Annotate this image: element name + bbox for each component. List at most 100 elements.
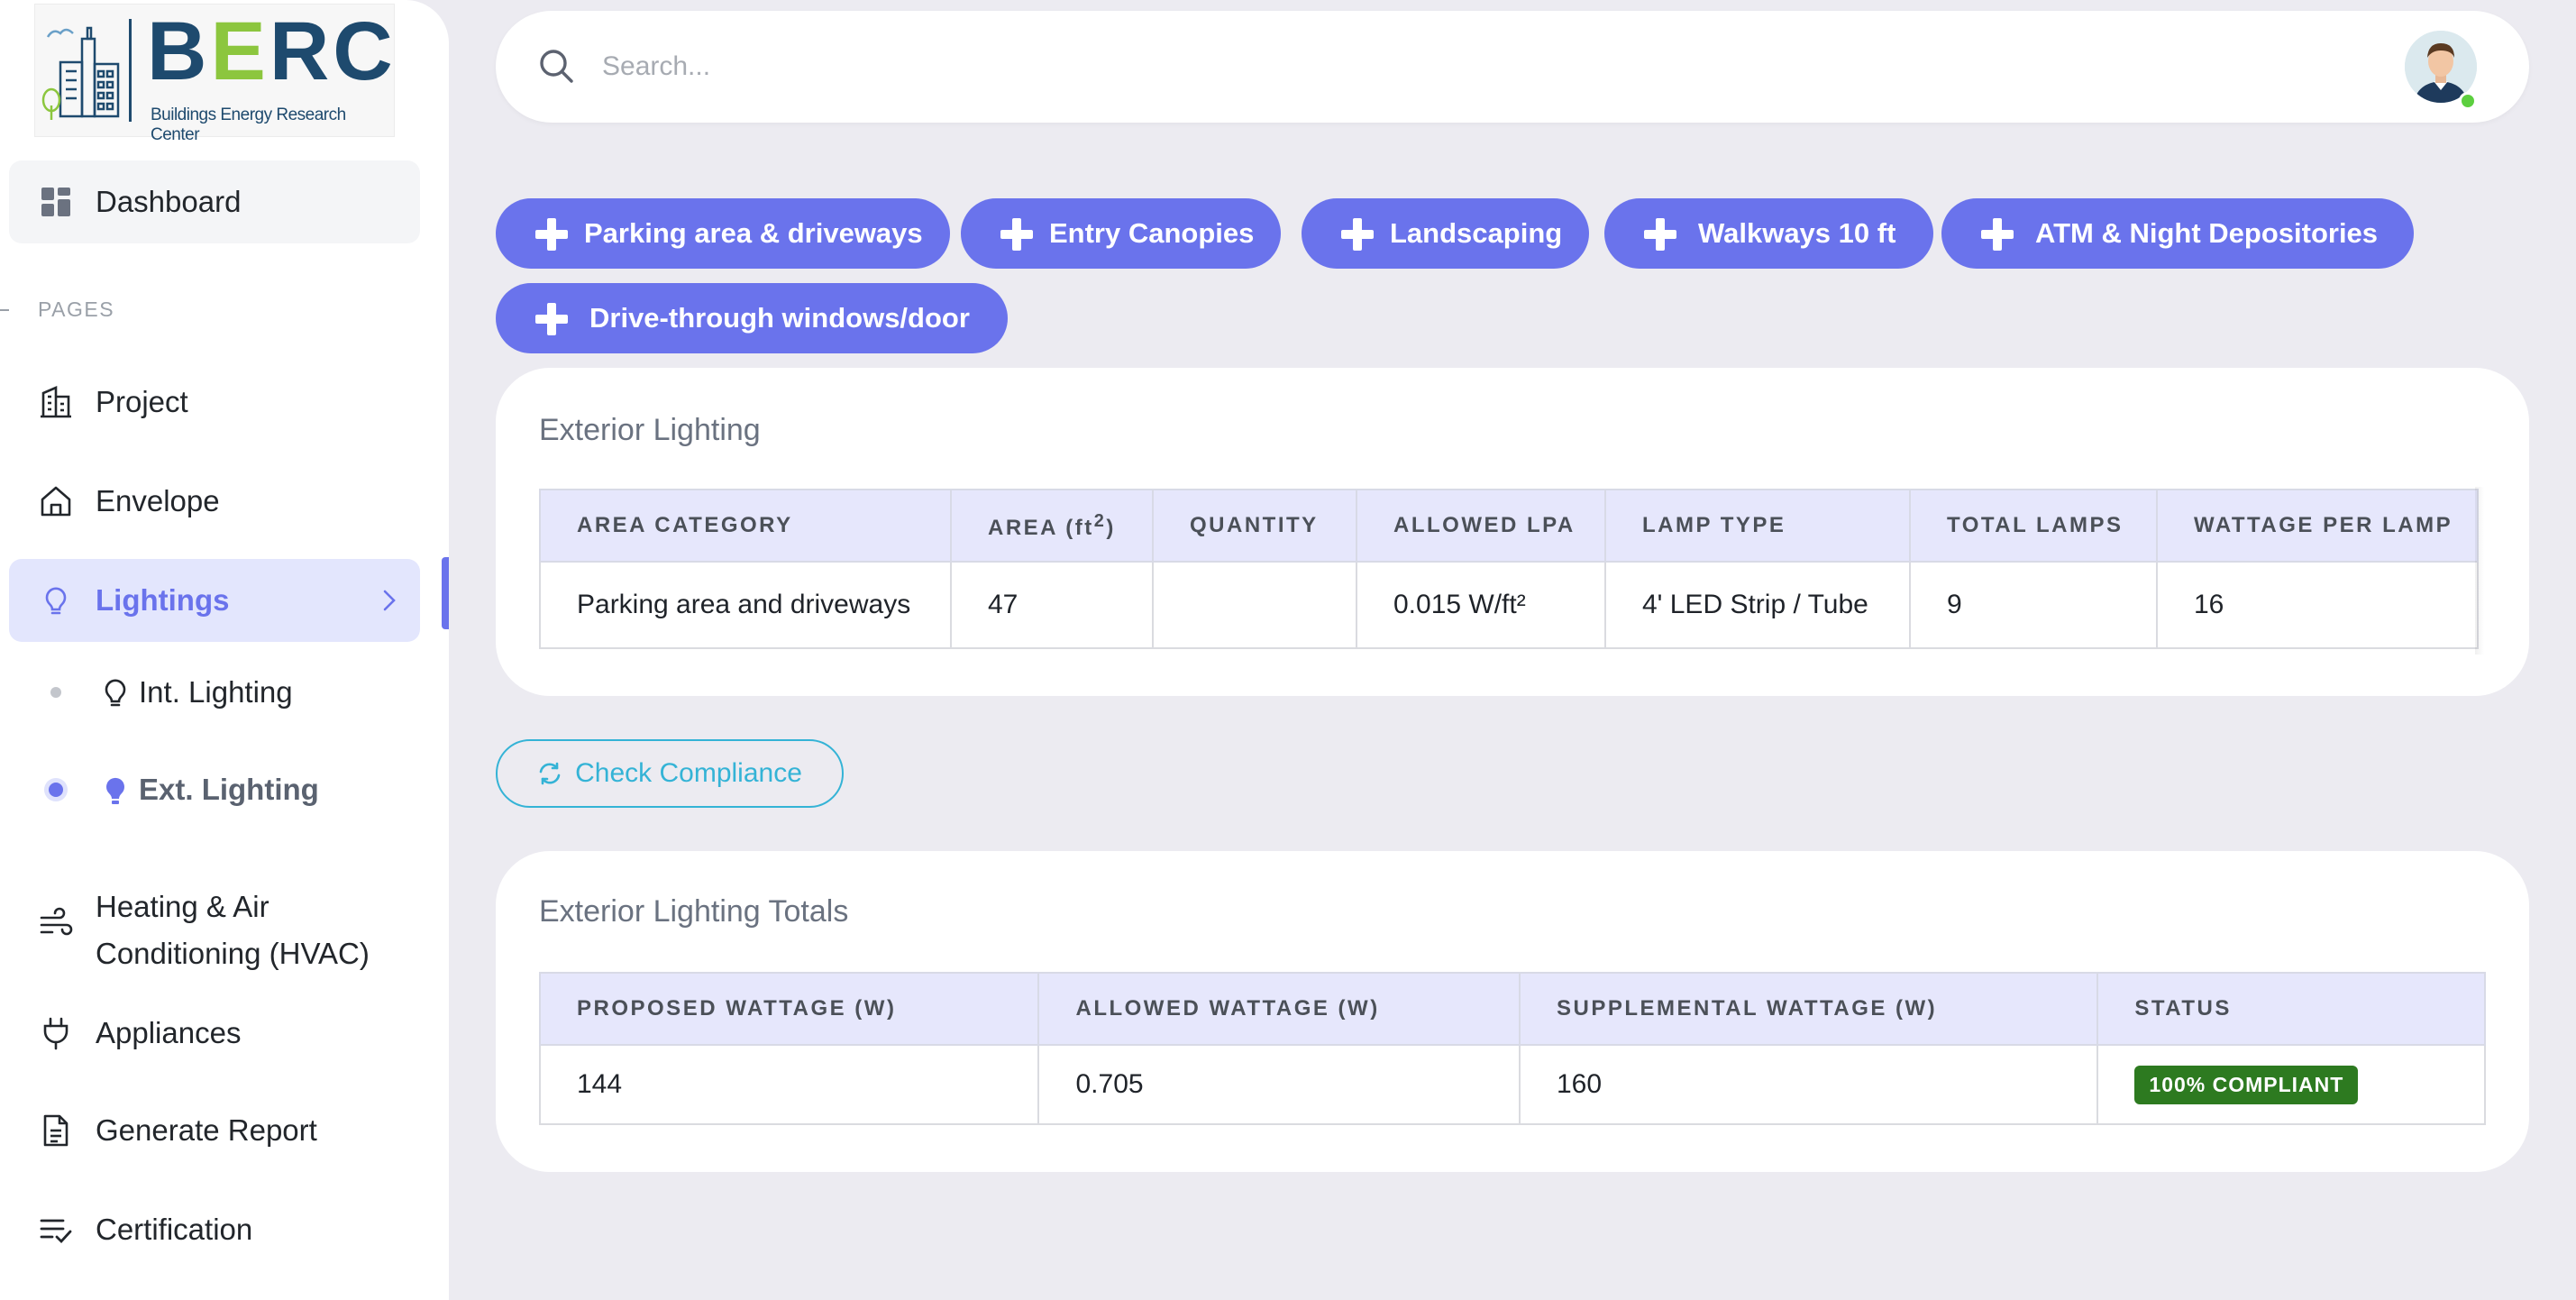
add-parking-area-button[interactable]: Parking area & driveways xyxy=(496,198,950,269)
top-search-bar xyxy=(496,11,2529,123)
table-cell xyxy=(1152,561,1357,649)
chip-label: Parking area & driveways xyxy=(584,217,923,249)
table-cell: 0.015 W/ft² xyxy=(1356,561,1606,649)
column-header: QUANTITY xyxy=(1152,489,1357,563)
online-status-dot xyxy=(2459,92,2477,110)
sidebar-item-envelope[interactable]: Envelope xyxy=(9,460,420,543)
sidebar-item-label: Envelope xyxy=(96,484,220,517)
logo-letter-e: E xyxy=(210,5,269,97)
column-header: SUPPLEMENTAL WATTAGE (W) xyxy=(1518,972,2099,1046)
bulb-outline-icon xyxy=(105,679,126,707)
add-walkways-button[interactable]: Walkways 10 ft xyxy=(1604,198,1934,269)
pages-heading: PAGES xyxy=(38,298,115,321)
column-header: TOTAL LAMPS xyxy=(1909,489,2158,563)
list-check-icon xyxy=(40,1219,72,1244)
chip-label: Walkways 10 ft xyxy=(1698,217,1896,249)
table-row: 144 0.705 160 100% COMPLIANT xyxy=(538,1044,2486,1125)
search-icon[interactable] xyxy=(537,47,575,85)
card-title: Exterior Lighting xyxy=(539,413,761,447)
table-cell: 4' LED Strip / Tube xyxy=(1604,561,1911,649)
sidebar-item-label: Certification xyxy=(96,1213,253,1246)
building-icon xyxy=(41,386,71,418)
exterior-lighting-table: AREA CATEGORY AREA (ft2) QUANTITY ALLOWE… xyxy=(539,489,2479,649)
column-header: AREA (ft2) xyxy=(950,489,1154,563)
chip-label: ATM & Night Depositories xyxy=(2035,217,2379,249)
sidebar-item-label: Heating & Air Conditioning (HVAC) xyxy=(96,890,370,970)
table-row: Parking area and driveways 47 0.015 W/ft… xyxy=(539,561,2479,649)
bulb-filled-icon xyxy=(106,777,124,804)
bullet-dot xyxy=(50,687,61,698)
add-drive-through-button[interactable]: Drive-through windows/door xyxy=(496,283,1008,353)
city-buildings-icon xyxy=(41,26,120,120)
sidebar-subitem-label: Ext. Lighting xyxy=(139,773,319,806)
sidebar-item-certification[interactable]: Certification xyxy=(9,1188,420,1271)
column-header: PROPOSED WATTAGE (W) xyxy=(538,972,1040,1046)
sidebar-item-project[interactable]: Project xyxy=(9,361,420,444)
plus-icon xyxy=(1981,218,2014,251)
plus-icon xyxy=(535,218,568,251)
pages-divider xyxy=(0,309,9,311)
column-header: WATTAGE PER LAMP xyxy=(2156,489,2479,563)
sidebar-subitem-ext-lighting[interactable]: Ext. Lighting xyxy=(9,748,420,831)
table-header-row: AREA CATEGORY AREA (ft2) QUANTITY ALLOWE… xyxy=(539,489,2479,563)
add-atm-night-depositories-button[interactable]: ATM & Night Depositories xyxy=(1941,198,2415,269)
chevron-right-icon xyxy=(383,590,396,611)
home-icon xyxy=(41,486,71,517)
check-compliance-label: Check Compliance xyxy=(575,758,802,788)
sidebar-item-generate-report[interactable]: Generate Report xyxy=(9,1089,420,1172)
column-header: LAMP TYPE xyxy=(1604,489,1911,563)
bulb-icon xyxy=(45,587,67,615)
sidebar: BERC Buildings Energy Research Center Da… xyxy=(0,0,449,1300)
column-header: AREA CATEGORY xyxy=(539,489,952,563)
add-landscaping-button[interactable]: Landscaping xyxy=(1302,198,1590,269)
search-input[interactable] xyxy=(602,38,2224,96)
plus-icon xyxy=(1341,218,1374,251)
check-compliance-button[interactable]: Check Compliance xyxy=(496,739,844,808)
table-scroll-edge xyxy=(2475,487,2484,655)
column-header: STATUS xyxy=(2096,972,2486,1046)
superscript: 2 xyxy=(1093,510,1107,531)
add-entry-canopies-button[interactable]: Entry Canopies xyxy=(961,198,1282,269)
card-title: Exterior Lighting Totals xyxy=(539,894,849,929)
exterior-lighting-totals-card: Exterior Lighting Totals PROPOSED WATTAG… xyxy=(496,851,2529,1172)
sidebar-item-label: Dashboard xyxy=(96,185,242,218)
table-cell: 16 xyxy=(2156,561,2479,649)
plus-icon xyxy=(1000,218,1033,251)
sidebar-item-dashboard[interactable]: Dashboard xyxy=(9,160,420,243)
exterior-lighting-totals-table: PROPOSED WATTAGE (W) ALLOWED WATTAGE (W)… xyxy=(538,972,2486,1125)
bullet-dot-active xyxy=(49,783,63,797)
logo-wordmark: BERC xyxy=(147,10,397,93)
plug-icon xyxy=(43,1017,69,1050)
table-cell: 47 xyxy=(950,561,1154,649)
sidebar-item-appliances[interactable]: Appliances xyxy=(9,992,420,1075)
plus-icon xyxy=(535,303,568,335)
logo-letter-b: B xyxy=(147,5,211,97)
table-header-row: PROPOSED WATTAGE (W) ALLOWED WATTAGE (W)… xyxy=(538,972,2486,1046)
exterior-lighting-card: Exterior Lighting AREA CATEGORY AREA (ft… xyxy=(496,368,2529,696)
sidebar-item-hvac[interactable]: Heating & Air Conditioning (HVAC) xyxy=(9,876,420,970)
status-badge: 100% COMPLIANT xyxy=(2134,1065,2359,1104)
sidebar-subitem-int-lighting[interactable]: Int. Lighting xyxy=(9,651,420,734)
sidebar-item-label: Lightings xyxy=(96,583,230,617)
document-icon xyxy=(43,1114,69,1147)
table-cell: 9 xyxy=(1909,561,2158,649)
table-cell: 144 xyxy=(538,1044,1040,1125)
sidebar-subitem-label: Int. Lighting xyxy=(139,675,293,709)
column-header: ALLOWED LPA xyxy=(1356,489,1606,563)
sidebar-item-lightings[interactable]: Lightings xyxy=(9,559,420,642)
logo-letter-rc: RC xyxy=(269,5,397,97)
table-cell: 0.705 xyxy=(1037,1044,1521,1125)
chip-label: Drive-through windows/door xyxy=(589,302,970,334)
column-header: ALLOWED WATTAGE (W) xyxy=(1037,972,1521,1046)
chip-label: Landscaping xyxy=(1390,217,1563,249)
sidebar-item-label: Appliances xyxy=(96,1016,242,1049)
logo-subtitle: Buildings Energy Research Center xyxy=(151,105,346,144)
sidebar-item-label: Generate Report xyxy=(96,1113,317,1147)
active-indicator xyxy=(442,557,449,629)
chip-label: Entry Canopies xyxy=(1049,217,1255,249)
sync-icon xyxy=(537,761,562,786)
table-cell: 160 xyxy=(1518,1044,2099,1125)
berc-logo[interactable]: BERC Buildings Energy Research Center xyxy=(34,4,397,144)
sidebar-item-label: Project xyxy=(96,385,188,418)
logo-divider xyxy=(129,19,132,122)
